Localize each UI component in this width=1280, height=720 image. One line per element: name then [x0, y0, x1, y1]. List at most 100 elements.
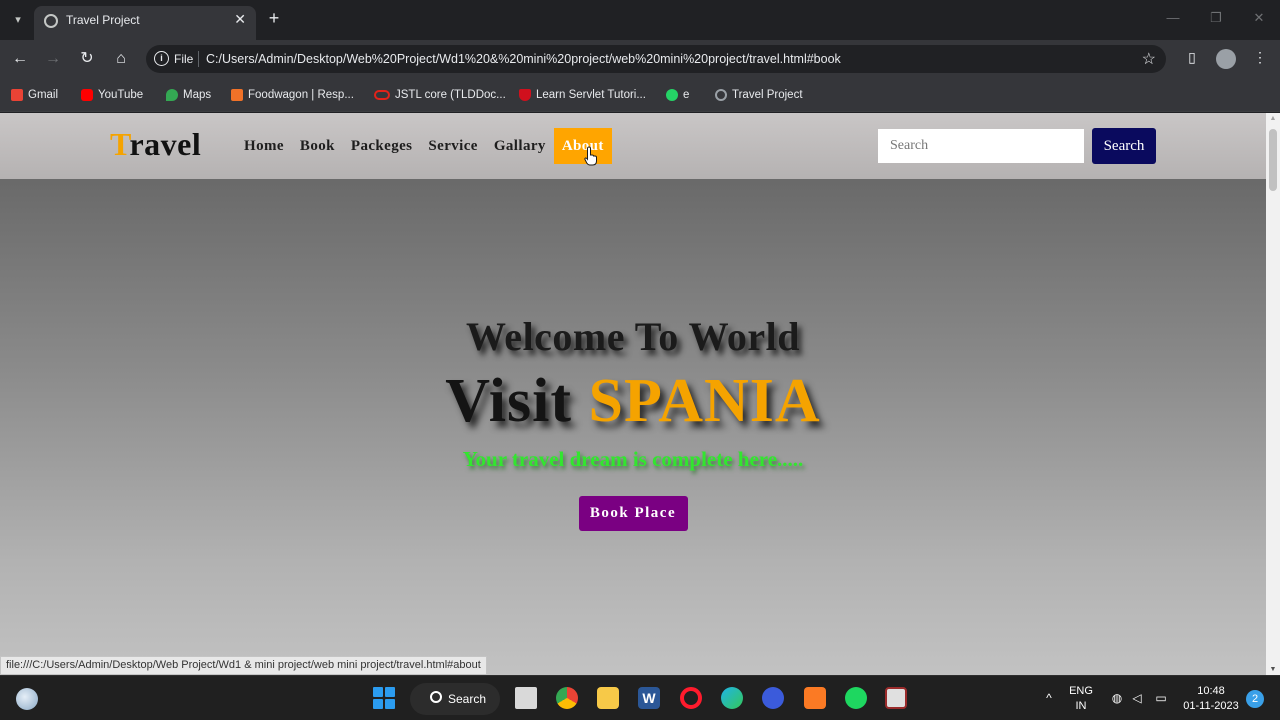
clock-time[interactable]: 10:48 [1178, 685, 1244, 697]
spotify-icon[interactable] [845, 687, 867, 709]
volume-icon[interactable]: ◁ [1129, 691, 1145, 705]
omnibox-divider [198, 51, 199, 67]
bookmark-label: Learn Servlet Tutori... [536, 89, 646, 101]
weather-widget-icon[interactable] [16, 688, 38, 710]
close-icon[interactable]: ✕ [234, 11, 246, 28]
language-top[interactable]: ENG [1066, 685, 1096, 697]
bookmark-label: Travel Project [732, 89, 803, 101]
word-icon[interactable]: W [638, 687, 660, 709]
bookmark-label: Maps [183, 89, 212, 101]
back-arrow-icon[interactable]: ← [9, 48, 31, 70]
globe-icon [715, 89, 727, 101]
hand-pointer-cursor-icon [584, 146, 597, 166]
browser-tab[interactable]: Travel Project ✕ [34, 6, 256, 40]
browser-toolbar: ← → ↻ ⌂ i File C:/Users/Admin/Desktop/We… [0, 40, 1280, 78]
page-scrollbar[interactable]: ▲ ▼ [1266, 113, 1280, 675]
side-panel-icon[interactable]: ▯ [1182, 49, 1202, 66]
scrollbar-thumb[interactable] [1269, 129, 1277, 191]
oracle-icon [374, 90, 390, 100]
status-bar-link-preview: file:///C:/Users/Admin/Desktop/Web Proje… [0, 656, 487, 675]
url-text[interactable]: C:/Users/Admin/Desktop/Web%20Project/Wd1… [206, 52, 841, 66]
page-viewport: Travel Home Book Packeges Service Gallar… [0, 113, 1266, 675]
profile-avatar[interactable] [1216, 49, 1236, 69]
bookmark-gmail[interactable]: Gmail [11, 87, 58, 103]
windows-taskbar: Search W ^ ENG IN ◍ ◁ ▭ 10:48 01-11-2023… [0, 675, 1280, 720]
restore-icon[interactable]: ❐ [1206, 10, 1226, 26]
menu-about[interactable]: About [553, 128, 612, 164]
address-bar[interactable]: i File C:/Users/Admin/Desktop/Web%20Proj… [146, 45, 1166, 73]
scroll-up-arrow-icon[interactable]: ▲ [1266, 115, 1280, 122]
site-logo[interactable]: Travel [110, 126, 201, 163]
bookmark-maps[interactable]: Maps [166, 87, 211, 103]
taskbar-search[interactable]: Search [410, 683, 500, 715]
menu-book[interactable]: Book [292, 128, 343, 164]
notification-badge[interactable]: 2 [1246, 690, 1264, 708]
file-explorer-icon[interactable] [597, 687, 619, 709]
logo-first-letter: T [110, 126, 130, 162]
scroll-down-arrow-icon[interactable]: ▼ [1266, 666, 1280, 673]
reload-icon[interactable]: ↻ [76, 48, 98, 70]
bookmark-jstl[interactable]: JSTL core (TLDDoc... [374, 87, 506, 103]
bookmarks-bar: Gmail YouTube Maps Foodwagon | Resp... J… [0, 78, 1280, 112]
globe-icon [44, 14, 58, 28]
clock-date[interactable]: 01-11-2023 [1178, 700, 1244, 712]
minimize-icon[interactable]: — [1163, 10, 1183, 25]
hero-section: Welcome To World Visit SPANIA Your trave… [0, 313, 1266, 531]
task-view-icon[interactable] [515, 687, 537, 709]
windows-start-icon[interactable] [373, 687, 395, 709]
bookmark-label: Foodwagon | Resp... [248, 89, 354, 101]
network-globe-icon[interactable]: ◍ [1109, 691, 1125, 705]
forward-arrow-icon[interactable]: → [42, 48, 64, 70]
site-search-input[interactable] [878, 129, 1084, 163]
site-navbar: Travel Home Book Packeges Service Gallar… [0, 113, 1266, 179]
menu-gallary[interactable]: Gallary [486, 128, 554, 164]
url-scheme-label: File [174, 52, 194, 66]
site-menu: Home Book Packeges Service Gallary About [236, 128, 612, 164]
hero-tagline: Your travel dream is complete here..... [462, 447, 804, 471]
new-tab-plus-icon[interactable]: + [264, 8, 284, 29]
info-icon[interactable]: i [154, 51, 169, 66]
more-menu-icon[interactable]: ⋮ [1250, 49, 1270, 66]
bookmark-label: YouTube [98, 89, 144, 101]
battery-icon[interactable]: ▭ [1153, 691, 1169, 705]
chrome-icon[interactable] [556, 687, 578, 709]
site-search-button[interactable]: Search [1092, 128, 1156, 164]
bookmark-foodwagon[interactable]: Foodwagon | Resp... [231, 87, 354, 103]
hero-brand: SPANIA [588, 367, 821, 435]
book-place-button[interactable]: Book Place [578, 496, 688, 531]
logo-rest: ravel [129, 126, 202, 162]
home-icon[interactable]: ⌂ [110, 48, 132, 70]
youtube-icon [81, 89, 93, 101]
snipping-tool-icon[interactable] [885, 687, 907, 709]
menu-packeges[interactable]: Packeges [343, 128, 421, 164]
xampp-icon[interactable] [804, 687, 826, 709]
bookmark-servlet[interactable]: Learn Servlet Tutori... [519, 87, 646, 103]
tray-chevron-up-icon[interactable]: ^ [1041, 691, 1057, 705]
bookmark-whatsapp[interactable]: e [666, 87, 689, 103]
edge-icon[interactable] [721, 687, 743, 709]
menu-home[interactable]: Home [236, 128, 292, 164]
hero-welcome-heading: Welcome To World [466, 314, 800, 359]
bookmark-label: JSTL core (TLDDoc... [395, 89, 506, 101]
servlet-icon [519, 89, 531, 101]
hero-visit-word: Visit [445, 367, 572, 435]
taskbar-search-label: Search [448, 692, 487, 706]
bookmark-label: Gmail [28, 89, 59, 101]
browser-tab-bar: ▾ Travel Project ✕ + — ❐ ✕ [0, 0, 1280, 40]
tab-title: Travel Project [66, 13, 140, 27]
hero-visit-heading: Visit SPANIA [0, 366, 1266, 437]
whatsapp-icon [666, 89, 678, 101]
window-close-icon[interactable]: ✕ [1249, 10, 1269, 26]
bookmark-star-icon[interactable]: ☆ [1142, 49, 1156, 69]
opera-icon[interactable] [680, 687, 702, 709]
bookmark-travel-project[interactable]: Travel Project [715, 87, 803, 103]
menu-service[interactable]: Service [420, 128, 485, 164]
tab-search-dropdown-icon[interactable]: ▾ [8, 10, 28, 30]
gmail-icon [11, 89, 23, 101]
zoom-icon[interactable] [762, 687, 784, 709]
bookmark-label: e [683, 89, 690, 101]
language-bottom[interactable]: IN [1066, 700, 1096, 712]
bookmark-youtube[interactable]: YouTube [81, 87, 143, 103]
foodwagon-icon [231, 89, 243, 101]
search-icon [430, 691, 442, 703]
